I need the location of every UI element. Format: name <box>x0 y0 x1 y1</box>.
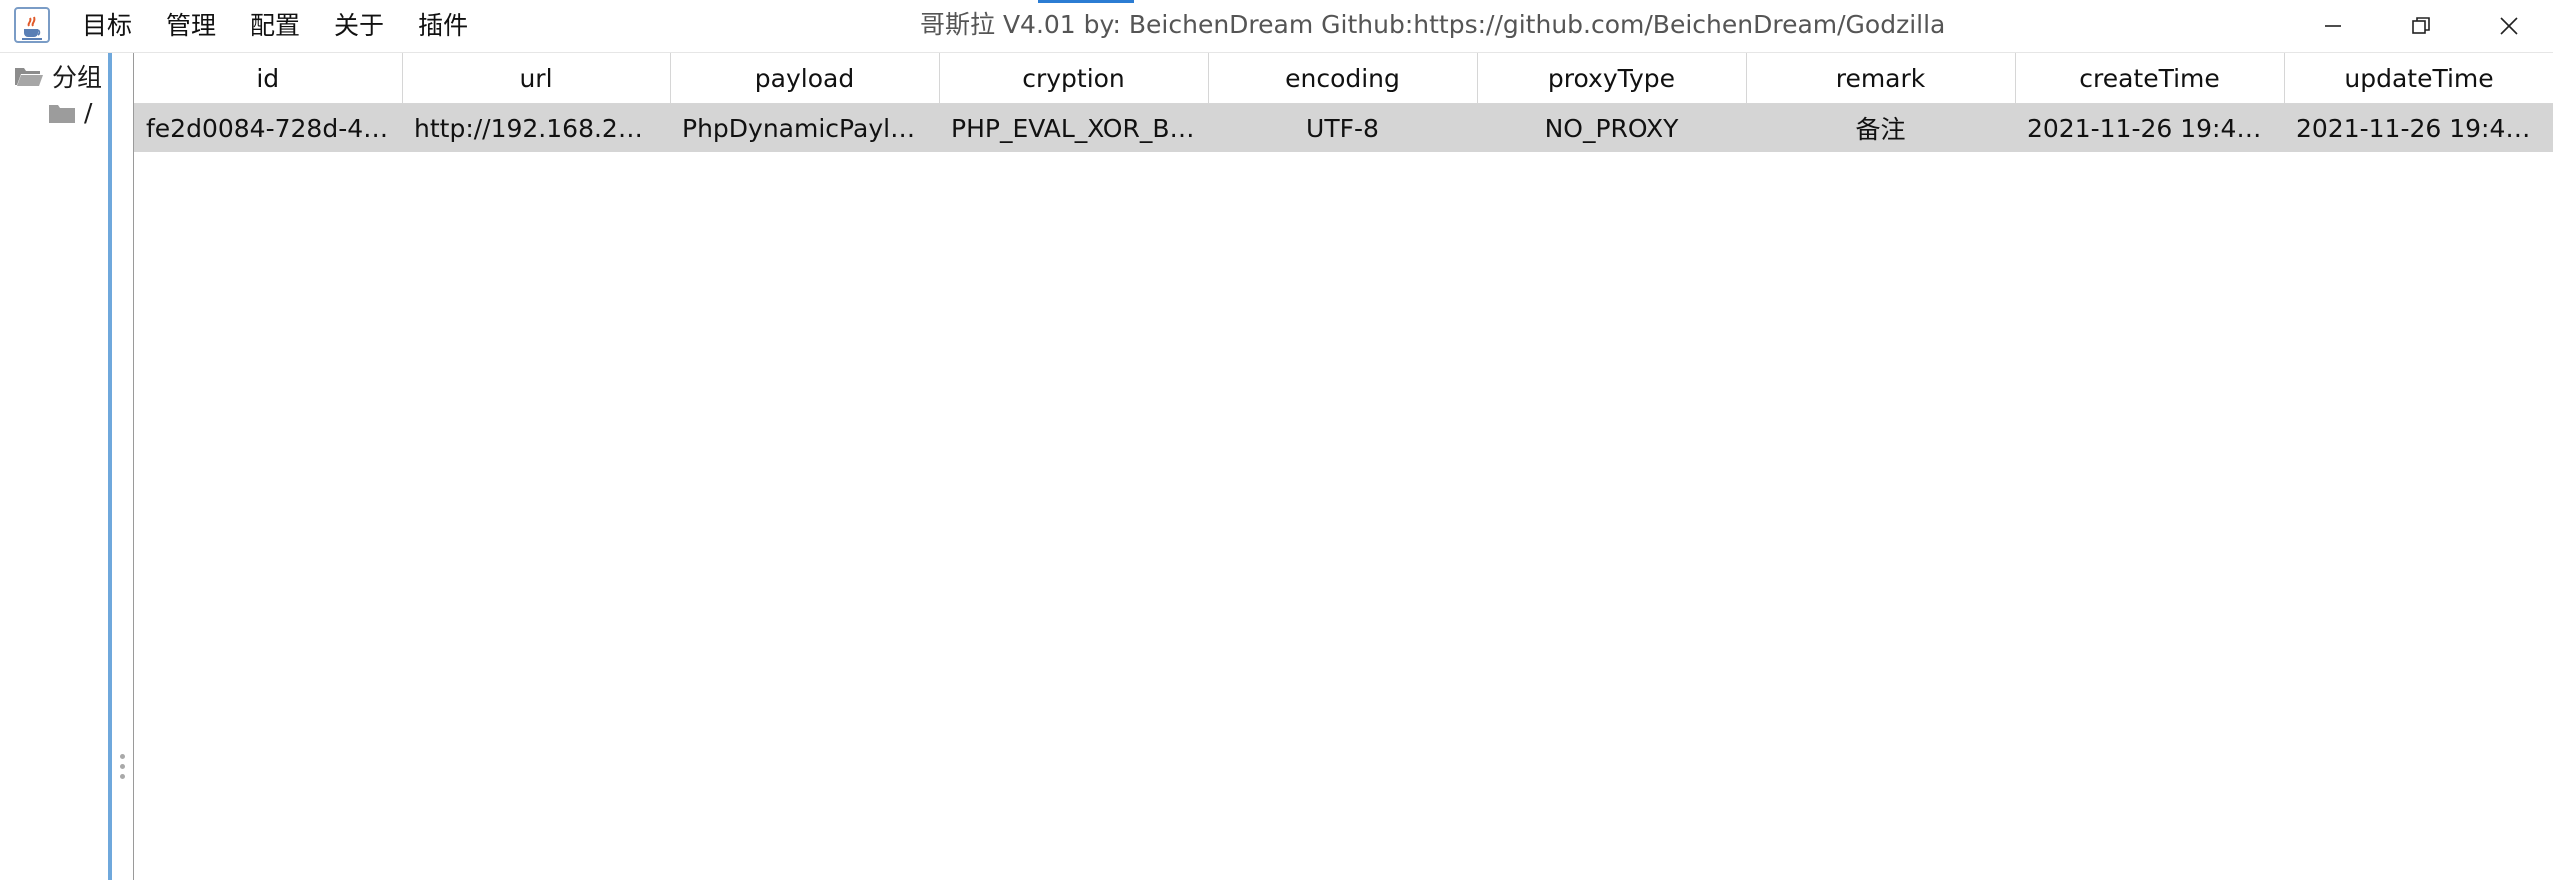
group-tree <box>0 53 112 880</box>
table-header: id url payload cryption encoding proxyTy… <box>134 53 2553 104</box>
table-row[interactable]: fe2d0084-728d-460... http://192.168.211.… <box>134 103 2553 152</box>
column-header-createtime[interactable]: createTime <box>2015 53 2285 104</box>
tree-node-root[interactable]: 分组 <box>14 58 102 94</box>
column-header-url[interactable]: url <box>402 53 671 104</box>
splitter-grip-dot <box>120 774 125 779</box>
title-bar: 目标 管理 配置 关于 插件 哥斯拉 V4.01 by: BeichenDrea… <box>0 0 2553 53</box>
window-title: 哥斯拉 V4.01 by: BeichenDream Github:https:… <box>920 10 1946 39</box>
folder-open-icon <box>15 68 43 86</box>
menu-item-about[interactable]: 关于 <box>332 0 386 52</box>
tree-node-child-label: / <box>84 98 93 127</box>
column-header-id[interactable]: id <box>134 53 403 104</box>
column-header-proxytype[interactable]: proxyType <box>1477 53 1747 104</box>
menu-item-manage[interactable]: 管理 <box>164 0 218 52</box>
minimize-button[interactable] <box>2289 0 2377 52</box>
tree-node-child[interactable]: / <box>48 98 92 127</box>
tree-node-root-label: 分组 <box>52 63 103 92</box>
close-button[interactable] <box>2465 0 2553 52</box>
cell-id[interactable]: fe2d0084-728d-460... <box>134 103 402 152</box>
splitter-grip-dot <box>120 764 125 769</box>
cell-encoding[interactable]: UTF-8 <box>1208 103 1477 152</box>
shell-table: id url payload cryption encoding proxyTy… <box>134 53 2553 152</box>
cell-url[interactable]: http://192.168.211.1... <box>402 103 670 152</box>
cell-remark[interactable]: 备注 <box>1746 103 2015 152</box>
menu-item-config[interactable]: 配置 <box>248 0 302 52</box>
restore-button[interactable] <box>2377 0 2465 52</box>
menu-item-plugins[interactable]: 插件 <box>416 0 470 52</box>
app-window: 目标 管理 配置 关于 插件 哥斯拉 V4.01 by: BeichenDrea… <box>0 0 2553 880</box>
menu-bar: 目标 管理 配置 关于 插件 <box>80 0 500 52</box>
cell-proxytype[interactable]: NO_PROXY <box>1477 103 1746 152</box>
close-icon <box>2500 17 2518 35</box>
column-header-updatetime[interactable]: updateTime <box>2284 53 2553 104</box>
cell-payload[interactable]: PhpDynamicPayload <box>670 103 939 152</box>
cell-cryption[interactable]: PHP_EVAL_XOR_BA... <box>939 103 1208 152</box>
column-header-payload[interactable]: payload <box>670 53 940 104</box>
minimize-icon <box>2325 25 2341 27</box>
splitter-grip-dot <box>120 754 125 759</box>
folder-icon <box>49 104 75 123</box>
column-header-encoding[interactable]: encoding <box>1208 53 1478 104</box>
cell-createtime[interactable]: 2021-11-26 19:44:23 <box>2015 103 2284 152</box>
window-controls <box>2289 0 2553 52</box>
java-cup-icon[interactable] <box>14 7 50 43</box>
restore-icon <box>2412 17 2430 34</box>
column-header-cryption[interactable]: cryption <box>939 53 1209 104</box>
column-header-remark[interactable]: remark <box>1746 53 2016 104</box>
menu-item-target[interactable]: 目标 <box>80 0 134 52</box>
shell-table-area: id url payload cryption encoding proxyTy… <box>133 53 2553 880</box>
cell-updatetime[interactable]: 2021-11-26 19:44:23 <box>2284 103 2553 152</box>
